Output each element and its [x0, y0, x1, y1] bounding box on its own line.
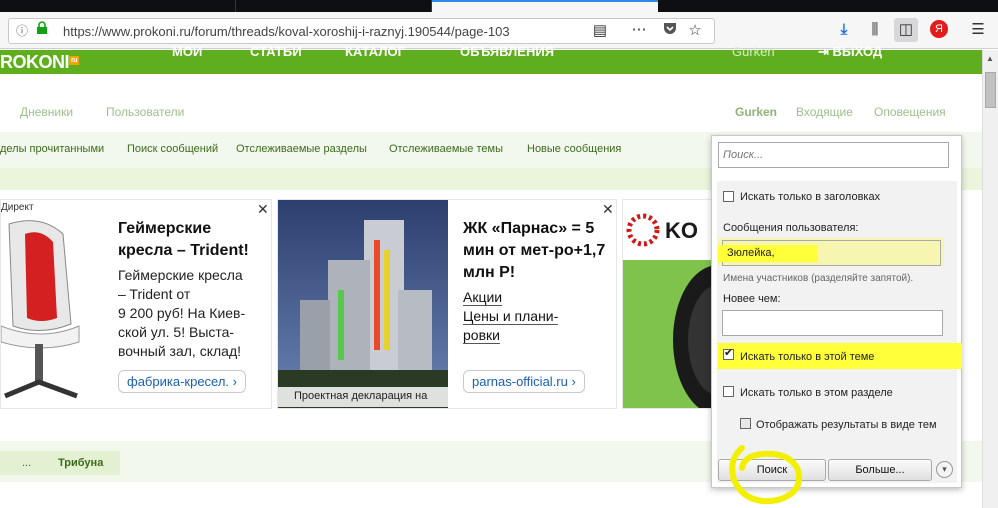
scroll-up-icon[interactable]: ▲: [986, 54, 994, 63]
ad-sitelink[interactable]: Акции: [463, 289, 503, 306]
page-actions-icon[interactable]: ⋯: [629, 20, 649, 40]
ad-text-line: – Trident от: [118, 286, 191, 302]
browser-tab-2[interactable]: [236, 0, 432, 12]
link-search-posts[interactable]: Поиск сообщений: [127, 143, 218, 155]
more-button[interactable]: Больше...: [828, 459, 932, 481]
url-bar[interactable]: ⓘ https://www.prokoni.ru/forum/threads/k…: [8, 18, 715, 44]
nav-item-my[interactable]: МОИ: [172, 44, 202, 59]
highlight-circle-annotation: [729, 445, 802, 504]
ad-brand: KO: [665, 218, 698, 243]
subnav-diaries[interactable]: Дневники: [20, 105, 73, 119]
sub-navigation: Дневники Пользователи Gurken Входящие Оп…: [6, 94, 982, 132]
site-logo[interactable]: ROKONI ru: [0, 52, 79, 73]
logo-suffix: ru: [69, 56, 79, 65]
building-image: [278, 200, 448, 408]
subnav-users[interactable]: Пользователи: [106, 105, 184, 119]
reader-view-icon[interactable]: ▤: [591, 21, 609, 41]
breadcrumb-home[interactable]: [0, 451, 14, 475]
menu-icon[interactable]: ☰: [968, 20, 988, 40]
users-field-value: Зюлейка,: [727, 247, 775, 259]
bookmark-star-icon[interactable]: ☆: [685, 21, 705, 41]
chevron-right-icon: ›: [571, 374, 576, 389]
this-thread-only-checkbox[interactable]: [723, 346, 734, 360]
ad-sitelink[interactable]: Цены и плани-ровки: [463, 308, 559, 344]
chair-image: [1, 220, 80, 399]
header-username[interactable]: Gurken: [732, 44, 775, 59]
subnav-inbox[interactable]: Входящие: [796, 105, 853, 119]
breadcrumb-current[interactable]: Трибуна: [50, 451, 120, 475]
link-mark-read[interactable]: делы прочитанными: [0, 143, 104, 155]
chevron-down-icon[interactable]: ▾: [936, 461, 953, 478]
subnav-username[interactable]: Gurken: [735, 105, 777, 119]
tab-strip: [0, 0, 998, 12]
ad-card-parnas[interactable]: Проектная декларация на ЖК «Парнас» = 5 …: [277, 199, 617, 409]
as-threads-checkbox[interactable]: [740, 418, 751, 429]
ad-text-line: Геймерские кресла: [118, 267, 243, 283]
logo-text: ROKONI: [0, 52, 70, 72]
site-header: ROKONI ru МОИ СТАТЬИ КАТАЛОГ ОБЪЯВЛЕНИЯ G…: [0, 44, 982, 74]
browser-tab-4[interactable]: [658, 0, 858, 12]
this-forum-only-checkbox[interactable]: [723, 386, 734, 397]
ad-domain-label: фабрика-кресел.: [127, 374, 230, 389]
chevron-right-icon: ›: [232, 374, 238, 389]
more-button-label: Больше...: [855, 464, 905, 476]
ad-text-line: 9 200 руб! На Киев-: [118, 305, 246, 321]
ad-domain-label: parnas-official.ru: [472, 374, 568, 389]
page-scrollbar[interactable]: ▲: [982, 50, 998, 508]
close-icon[interactable]: ✕: [257, 201, 269, 218]
link-new-posts[interactable]: Новые сообщения: [527, 143, 621, 155]
ad-text: Геймерские кресла – Trident от 9 200 руб…: [118, 266, 268, 361]
ad-source-label: Директ: [1, 202, 34, 213]
nav-item-classifieds[interactable]: ОБЪЯВЛЕНИЯ: [460, 44, 554, 59]
download-icon[interactable]: ⤓: [834, 20, 854, 40]
nav-item-catalog[interactable]: КАТАЛОГ: [345, 44, 405, 59]
pocket-icon[interactable]: [661, 21, 679, 41]
logout-label: ВЫХОД: [832, 44, 883, 59]
sidebar-icon[interactable]: ◫: [894, 18, 918, 42]
yandex-icon[interactable]: Я: [930, 20, 948, 38]
ad-card-chairs[interactable]: Директ Геймерские кресла – Trident! Гейм…: [0, 199, 272, 409]
browser-tab-1[interactable]: [0, 0, 236, 12]
breadcrumb-item[interactable]: ...: [14, 451, 50, 475]
ad-sitelinks: Акции Цены и плани-ровки: [463, 288, 573, 345]
scroll-thumb[interactable]: [985, 72, 996, 108]
info-icon[interactable]: ⓘ: [13, 21, 31, 41]
nav-item-articles[interactable]: СТАТЬИ: [250, 44, 302, 59]
ad-title[interactable]: ЖК «Парнас» = 5 мин от мет-ро+1,7 млн Р!: [463, 218, 608, 284]
users-hint: Имена участников (разделяйте запятой).: [723, 273, 914, 284]
lock-icon[interactable]: [33, 21, 51, 41]
ad-title[interactable]: Геймерские кресла – Trident!: [118, 218, 263, 262]
ad-text-line: вочный зал, склад!: [118, 343, 242, 359]
newer-than-label: Новее чем:: [723, 293, 781, 305]
browser-tab-active[interactable]: [432, 0, 658, 12]
ad-domain-button[interactable]: parnas-official.ru ›: [463, 370, 585, 393]
search-input[interactable]: [718, 142, 949, 168]
users-label: Сообщения пользователя:: [723, 222, 859, 234]
logout-link[interactable]: ⇥ ВЫХОД: [818, 44, 882, 60]
as-threads-label: Отображать результаты в виде тем: [756, 419, 937, 431]
url-text: https://www.prokoni.ru/forum/threads/kov…: [63, 24, 510, 39]
library-icon[interactable]: ⫼: [864, 20, 886, 40]
ad-domain-button[interactable]: фабрика-кресел. ›: [118, 370, 247, 393]
ad-card-tires[interactable]: KO: [622, 199, 722, 409]
subnav-alerts[interactable]: Оповещения: [874, 105, 946, 119]
close-icon[interactable]: ✕: [602, 201, 614, 218]
this-thread-only-label: Искать только в этой теме: [740, 351, 875, 363]
link-watched-threads[interactable]: Отслеживаемые темы: [389, 143, 503, 155]
this-forum-only-label: Искать только в этом разделе: [740, 387, 893, 399]
newer-than-field[interactable]: [722, 310, 943, 336]
titles-only-checkbox[interactable]: [723, 191, 734, 202]
image-caption: Проектная декларация на: [278, 387, 448, 407]
titles-only-label: Искать только в заголовках: [740, 191, 881, 203]
ad-text-line: ской ул. 5! Выста-: [118, 324, 235, 340]
link-watched-forums[interactable]: Отслеживаемые разделы: [236, 143, 367, 155]
